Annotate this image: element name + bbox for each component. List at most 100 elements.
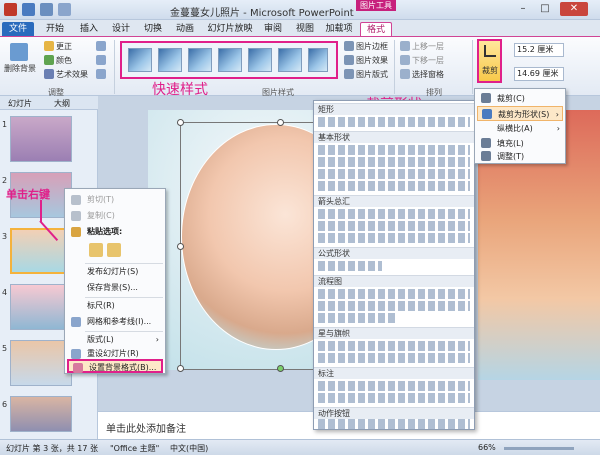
style-thumbnail[interactable] xyxy=(158,48,182,72)
rotate-handle[interactable] xyxy=(277,365,284,372)
menu-item-layout[interactable]: 版式(L) › xyxy=(67,333,163,347)
basic-shapes-row[interactable] xyxy=(318,169,470,179)
tab-view[interactable]: 视图 xyxy=(292,22,318,36)
tab-transitions[interactable]: 切换 xyxy=(140,22,166,36)
action-buttons-row[interactable] xyxy=(318,419,470,429)
menu-item-format-background[interactable]: 设置背景格式(B)... xyxy=(67,359,163,373)
basic-shapes-row[interactable] xyxy=(318,181,470,191)
tab-addins[interactable]: 加载项 xyxy=(324,22,354,36)
style-thumbnail[interactable] xyxy=(248,48,272,72)
picture-layout-button[interactable]: 图片版式 xyxy=(356,69,388,80)
stars-banners-row[interactable] xyxy=(318,353,470,363)
slide-thumbnail-selected[interactable] xyxy=(10,228,72,274)
menu-item-crop-to-shape[interactable]: 裁剪为形状(S) › xyxy=(477,106,563,121)
menu-item-fit[interactable]: 调整(T) xyxy=(477,149,563,164)
resize-handle[interactable] xyxy=(277,119,284,126)
zoom-level[interactable]: 66% xyxy=(478,443,496,452)
style-thumbnail[interactable] xyxy=(308,48,328,72)
menu-item-aspect-ratio[interactable]: 纵横比(A) › xyxy=(477,121,563,136)
equation-shapes-row[interactable] xyxy=(318,261,382,271)
tab-format[interactable]: 格式 xyxy=(360,22,392,36)
callouts-row[interactable] xyxy=(318,393,470,403)
slide-thumbnail[interactable] xyxy=(10,340,72,386)
fill-icon xyxy=(481,138,491,148)
ribbon: 删除背景 更正 颜色 艺术效果 调整 快速样式 图片边框 图片效果 图片版式 图… xyxy=(0,36,600,98)
tab-design[interactable]: 设计 xyxy=(108,22,134,36)
reset-picture-icon[interactable] xyxy=(96,69,106,79)
remove-background-icon[interactable] xyxy=(10,43,28,61)
powerpoint-logo-icon[interactable] xyxy=(4,3,17,16)
menu-item-save-background[interactable]: 保存背景(S)... xyxy=(67,281,163,295)
tab-home[interactable]: 开始 xyxy=(42,22,68,36)
format-background-icon xyxy=(73,363,83,373)
tab-slideshow[interactable]: 幻灯片放映 xyxy=(204,22,256,36)
stars-banners-row[interactable] xyxy=(318,341,470,351)
style-thumbnail[interactable] xyxy=(188,48,212,72)
close-button[interactable]: ✕ xyxy=(560,2,588,16)
rectangle-shapes-row[interactable] xyxy=(318,117,470,127)
style-thumbnail[interactable] xyxy=(128,48,152,72)
flowchart-row[interactable] xyxy=(318,313,398,323)
save-icon[interactable] xyxy=(22,3,35,16)
menu-item-cut[interactable]: 剪切(T) xyxy=(67,193,163,207)
tab-animations[interactable]: 动画 xyxy=(172,22,198,36)
style-thumbnail[interactable] xyxy=(218,48,242,72)
basic-shapes-row[interactable] xyxy=(318,157,470,167)
style-thumbnail[interactable] xyxy=(278,48,302,72)
undo-icon[interactable] xyxy=(40,3,53,16)
menu-item-copy[interactable]: 复制(C) xyxy=(67,209,163,223)
minimize-button[interactable]: – xyxy=(514,2,532,16)
width-field[interactable]: 14.69 厘米 xyxy=(514,67,564,81)
flowchart-row[interactable] xyxy=(318,301,470,311)
menu-item-crop[interactable]: 裁剪(C) xyxy=(477,91,563,106)
flowchart-row[interactable] xyxy=(318,289,470,299)
menu-item-publish-slides[interactable]: 发布幻灯片(S) xyxy=(67,265,163,279)
divider xyxy=(85,297,163,298)
remove-background-button[interactable]: 删除背景 xyxy=(4,63,36,74)
send-backward-button[interactable]: 下移一层 xyxy=(412,55,444,66)
basic-shapes-row[interactable] xyxy=(318,145,470,155)
zoom-slider[interactable] xyxy=(504,447,574,450)
resize-handle[interactable] xyxy=(177,119,184,126)
notes-placeholder: 单击此处添加备注 xyxy=(106,424,186,435)
tab-outline[interactable]: 大纲 xyxy=(54,98,70,109)
tab-review[interactable]: 审阅 xyxy=(260,22,286,36)
color-button[interactable]: 颜色 xyxy=(56,55,72,66)
slide-thumbnail[interactable] xyxy=(10,396,72,432)
tab-slides[interactable]: 幻灯片 xyxy=(8,98,32,109)
resize-handle[interactable] xyxy=(177,243,184,250)
selection-pane-button[interactable]: 选择窗格 xyxy=(412,69,444,80)
corrections-button[interactable]: 更正 xyxy=(56,41,72,52)
menu-item-grid-guides[interactable]: 网格和参考线(I)... xyxy=(67,315,163,329)
block-arrows-row[interactable] xyxy=(318,233,470,243)
language-indicator[interactable]: 中文(中国) xyxy=(170,443,208,454)
tab-insert[interactable]: 插入 xyxy=(76,22,102,36)
crop-button[interactable]: 裁剪 xyxy=(477,39,502,83)
tab-file[interactable]: 文件 xyxy=(2,22,34,36)
artistic-effects-button[interactable]: 艺术效果 xyxy=(56,69,88,80)
block-arrows-row[interactable] xyxy=(318,209,470,219)
height-field[interactable]: 15.2 厘米 xyxy=(514,43,564,57)
shape-section-header: 公式形状 xyxy=(314,247,474,259)
menu-item-ruler[interactable]: 标尺(R) xyxy=(67,299,163,313)
change-picture-icon[interactable] xyxy=(96,55,106,65)
slide-thumbnail[interactable] xyxy=(10,284,72,330)
picture-layout-icon xyxy=(344,69,354,79)
paste-options-row[interactable] xyxy=(67,241,163,261)
resize-handle[interactable] xyxy=(177,365,184,372)
picture-styles-gallery[interactable] xyxy=(120,41,338,79)
callouts-row[interactable] xyxy=(318,381,470,391)
maximize-button[interactable]: □ xyxy=(536,2,554,16)
paste-icon[interactable] xyxy=(89,243,103,257)
slide-thumbnail[interactable] xyxy=(10,116,72,162)
redo-icon[interactable] xyxy=(58,3,71,16)
shape-section-header: 流程图 xyxy=(314,275,474,287)
paste-picture-icon[interactable] xyxy=(107,243,121,257)
crop-dropdown: 裁剪(C) 裁剪为形状(S) › 纵横比(A) › 填充(L) 调整(T) xyxy=(474,88,566,164)
bring-forward-button[interactable]: 上移一层 xyxy=(412,41,444,52)
picture-border-button[interactable]: 图片边框 xyxy=(356,41,388,52)
block-arrows-row[interactable] xyxy=(318,221,470,231)
shape-section-header: 标注 xyxy=(314,367,474,379)
compress-icon[interactable] xyxy=(96,41,106,51)
picture-effects-button[interactable]: 图片效果 xyxy=(356,55,388,66)
